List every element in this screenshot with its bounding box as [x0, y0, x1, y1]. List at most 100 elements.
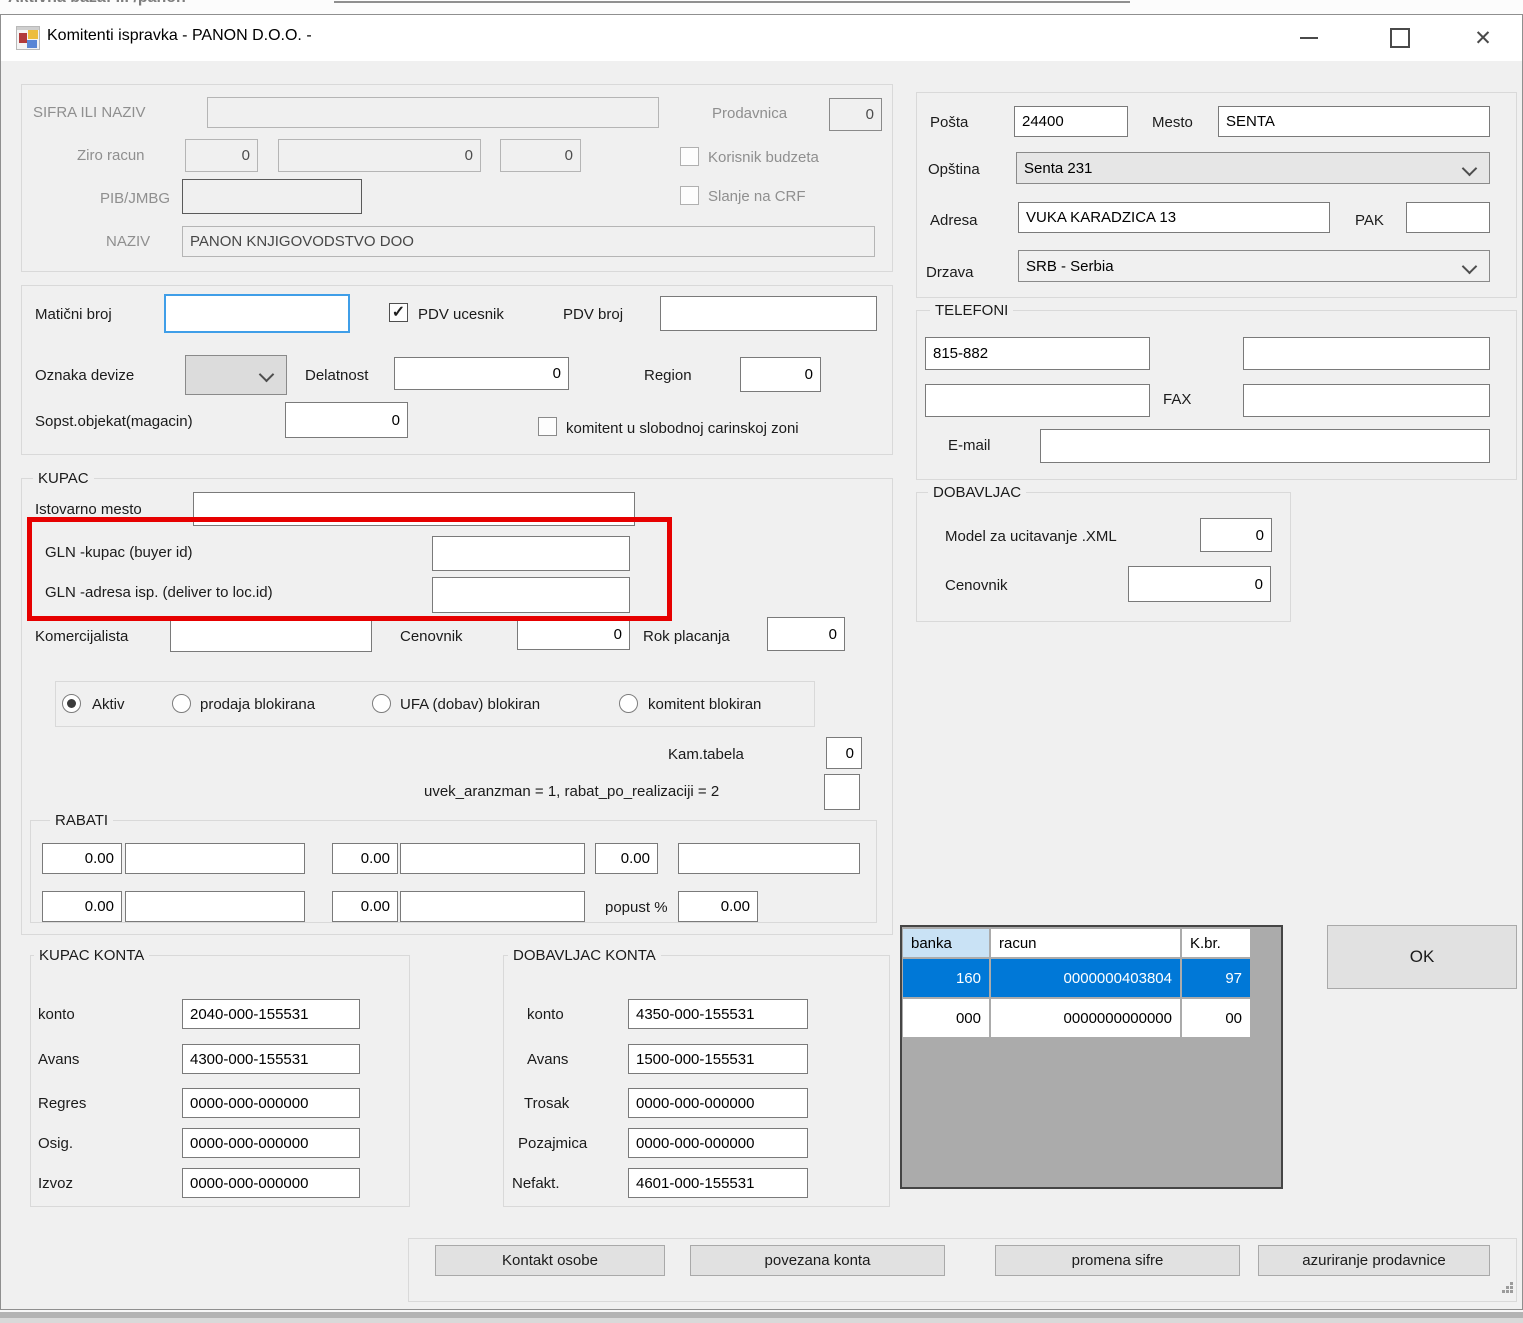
cenovnik-label: Cenovnik: [400, 627, 463, 646]
kontakt-osobe-button[interactable]: Kontakt osobe: [435, 1245, 665, 1276]
table-row-1-kbr[interactable]: 00: [1182, 999, 1250, 1037]
pak-input[interactable]: [1406, 202, 1490, 233]
pdv-broj-label: PDV broj: [563, 305, 623, 324]
chevron-down-icon: [1462, 161, 1478, 177]
bank-accounts-table[interactable]: banka racun K.br. 160 0000000403804 97 0…: [900, 925, 1283, 1189]
app-icon: [16, 26, 40, 50]
email-label: E-mail: [948, 436, 991, 455]
radio-aktiv[interactable]: [62, 694, 81, 713]
korisnik-budzeta-checkbox[interactable]: [680, 147, 699, 166]
popust-input[interactable]: 0.00: [678, 891, 758, 922]
rabati-r1-pct3[interactable]: 0.00: [595, 843, 658, 874]
phone3-input[interactable]: [925, 384, 1150, 417]
komercijalista-input[interactable]: [170, 618, 372, 652]
radio-ufa-blokiran[interactable]: [372, 694, 391, 713]
rabati-r1-desc1[interactable]: [125, 843, 305, 874]
kam-tabela-input[interactable]: 0: [826, 737, 862, 769]
ziro-racun-input-2[interactable]: 0: [278, 139, 481, 172]
radio-ufa-blokiran-label: UFA (dobav) blokiran: [400, 695, 540, 714]
rabati-r1-desc2[interactable]: [400, 843, 585, 874]
table-row-0-racun[interactable]: 0000000403804: [991, 959, 1180, 997]
povezana-konta-button[interactable]: povezana konta: [690, 1245, 945, 1276]
rabati-r2-desc1[interactable]: [125, 891, 305, 922]
maximize-icon: [1390, 28, 1410, 48]
column-header-racun[interactable]: racun: [991, 929, 1180, 957]
kk-regres-input[interactable]: 0000-000-000000: [182, 1088, 360, 1118]
pib-input[interactable]: [182, 179, 362, 214]
table-row-1-banka[interactable]: 000: [903, 999, 989, 1037]
aranzman-label: uvek_aranzman = 1, rabat_po_realizaciji …: [424, 782, 719, 801]
opstina-select[interactable]: Senta 231: [1016, 152, 1490, 184]
dk-avans-label: Avans: [527, 1050, 568, 1069]
adresa-input[interactable]: VUKA KARADZICA 13: [1018, 202, 1330, 233]
promena-sifre-button[interactable]: promena sifre: [995, 1245, 1240, 1276]
background-window-text: Aktivna baza: ... /panon: [8, 0, 186, 7]
kk-osig-input[interactable]: 0000-000-000000: [182, 1128, 360, 1158]
dk-nefakt-input[interactable]: 4601-000-155531: [628, 1168, 808, 1198]
radio-prodaja-blokirana[interactable]: [172, 694, 191, 713]
rok-placanja-input[interactable]: 0: [767, 617, 845, 651]
fax-input[interactable]: [1243, 384, 1490, 417]
dk-nefakt-label: Nefakt.: [512, 1174, 560, 1193]
kk-avans-input[interactable]: 4300-000-155531: [182, 1044, 360, 1074]
table-row-1-racun[interactable]: 0000000000000: [991, 999, 1180, 1037]
posta-input[interactable]: 24400: [1014, 106, 1128, 137]
sifra-input[interactable]: [207, 97, 659, 128]
dk-avans-input[interactable]: 1500-000-155531: [628, 1044, 808, 1074]
rabati-r1-desc3[interactable]: [678, 843, 860, 874]
resize-grip-icon[interactable]: [1502, 1290, 1514, 1302]
pdv-broj-input[interactable]: [660, 296, 877, 331]
drzava-value: SRB - Serbia: [1026, 258, 1114, 275]
rabati-r2-pct1[interactable]: 0.00: [42, 891, 122, 922]
oznaka-devize-select[interactable]: [185, 355, 287, 395]
window-bottom-edge: [0, 1310, 1523, 1323]
naziv-input[interactable]: PANON KNJIGOVODSTVO DOO: [182, 226, 875, 257]
cenovnik-input[interactable]: 0: [517, 618, 630, 650]
aranzman-input[interactable]: [824, 774, 860, 810]
phone1-input[interactable]: 815-882: [925, 337, 1150, 370]
carinska-zona-checkbox[interactable]: [538, 417, 557, 436]
maximize-button[interactable]: [1383, 25, 1417, 51]
posta-label: Pošta: [930, 113, 968, 132]
pdv-ucesnik-checkbox[interactable]: [389, 303, 408, 322]
rabati-title: RABATI: [50, 812, 113, 829]
model-xml-input[interactable]: 0: [1200, 518, 1272, 552]
dobavljac-group: [916, 492, 1291, 622]
kk-konto-input[interactable]: 2040-000-155531: [182, 999, 360, 1029]
dk-pozajmica-input[interactable]: 0000-000-000000: [628, 1128, 808, 1158]
rabati-r2-desc2[interactable]: [400, 891, 585, 922]
column-header-kbr[interactable]: K.br.: [1182, 929, 1250, 957]
kk-izvoz-input[interactable]: 0000-000-000000: [182, 1168, 360, 1198]
naziv-label: NAZIV: [106, 232, 150, 251]
phone2-input[interactable]: [1243, 337, 1490, 370]
radio-komitent-blokiran[interactable]: [619, 694, 638, 713]
prodavnica-input[interactable]: 0: [829, 98, 882, 131]
table-row-0-banka[interactable]: 160: [903, 959, 989, 997]
sopst-objekat-input[interactable]: 0: [285, 402, 408, 438]
maticni-broj-input[interactable]: [164, 294, 350, 333]
mesto-input[interactable]: SENTA: [1218, 106, 1490, 137]
email-input[interactable]: [1040, 429, 1490, 463]
minimize-button[interactable]: [1292, 25, 1326, 51]
table-row-0-kbr[interactable]: 97: [1182, 959, 1250, 997]
rabati-r1-pct2[interactable]: 0.00: [332, 843, 398, 874]
column-header-banka[interactable]: banka: [903, 929, 989, 957]
region-input[interactable]: 0: [740, 357, 821, 392]
dk-trosak-input[interactable]: 0000-000-000000: [628, 1088, 808, 1118]
rabati-r2-pct2[interactable]: 0.00: [332, 891, 398, 922]
slanje-crf-checkbox[interactable]: [680, 186, 699, 205]
dk-konto-input[interactable]: 4350-000-155531: [628, 999, 808, 1029]
ziro-racun-label: Ziro racun: [77, 146, 145, 165]
delatnost-input[interactable]: 0: [394, 357, 569, 390]
drzava-select[interactable]: SRB - Serbia: [1018, 250, 1490, 282]
azuriranje-prodavnice-button[interactable]: azuriranje prodavnice: [1258, 1245, 1490, 1276]
ziro-racun-input-1[interactable]: 0: [185, 139, 258, 172]
kk-osig-label: Osig.: [38, 1134, 73, 1153]
ziro-racun-input-3[interactable]: 0: [500, 139, 581, 172]
close-button[interactable]: [1466, 25, 1500, 51]
carinska-zona-label: komitent u slobodnoj carinskoj zoni: [566, 419, 799, 438]
delatnost-label: Delatnost: [305, 366, 368, 385]
ok-button[interactable]: OK: [1327, 925, 1517, 989]
rabati-r1-pct1[interactable]: 0.00: [42, 843, 122, 874]
dobavljac-cenovnik-input[interactable]: 0: [1128, 566, 1271, 602]
